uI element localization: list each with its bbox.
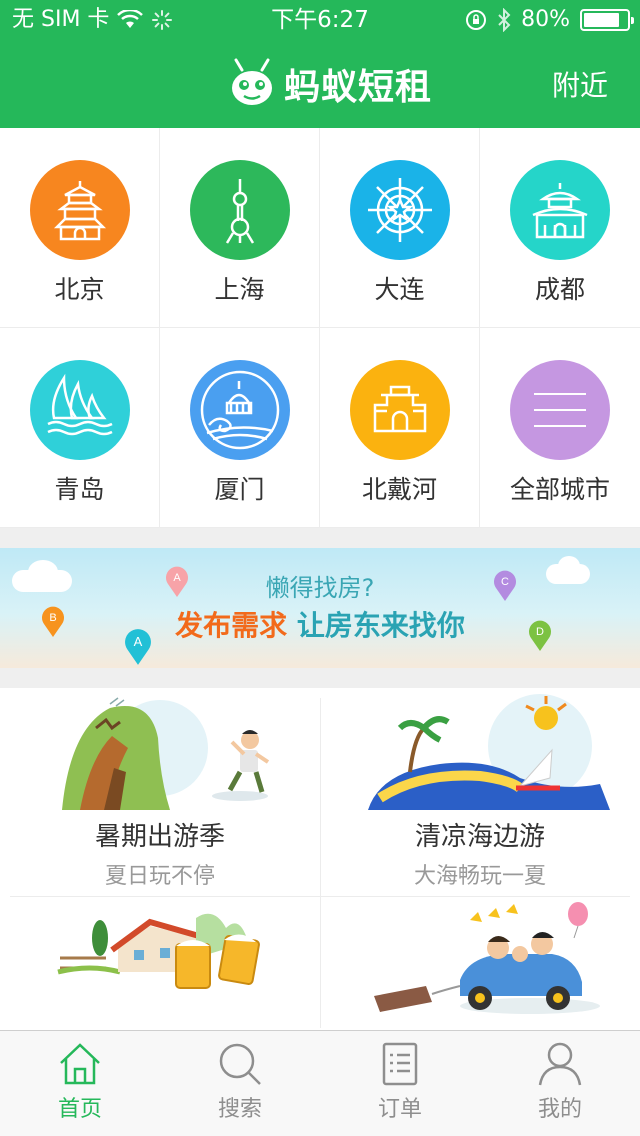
road-trip-illustration — [374, 902, 600, 1014]
nearby-button[interactable]: 附近 — [552, 64, 608, 104]
app-name: 蚂蚁短租 — [284, 67, 433, 108]
promo-subtitle: 夏日玩不停 — [104, 864, 215, 889]
status-bar: 无 SIM 卡 下午6:27 80% — [0, 0, 640, 40]
promo-card-villa[interactable] — [0, 898, 320, 1030]
promo-title: 暑期出游季 — [94, 822, 225, 852]
city-name: 青岛 — [54, 475, 105, 504]
tower-icon — [225, 179, 254, 244]
menu-icon — [534, 393, 586, 427]
app-logo: 蚂蚁短租 — [226, 54, 432, 114]
divider — [10, 896, 630, 897]
nav-bar: 蚂蚁短租 附近 — [0, 40, 640, 128]
banner-headline: 懒得找房? — [265, 574, 375, 602]
city-item-qingdao[interactable]: 青岛 — [0, 328, 160, 528]
island-icon — [200, 370, 279, 450]
tab-search[interactable]: 搜索 — [160, 1031, 320, 1136]
sailboat-icon — [46, 373, 113, 436]
promo-subtitle: 大海畅玩一夏 — [413, 864, 546, 889]
promo-section: 暑期出游季 夏日玩不停 清凉海边游 大海畅玩一夏 — [0, 688, 640, 1030]
promo-card-seaside[interactable]: 清凉海边游 大海畅玩一夏 — [320, 688, 640, 896]
tab-profile[interactable]: 我的 — [480, 1031, 640, 1136]
city-name: 上海 — [214, 275, 265, 304]
profile-icon — [538, 1042, 582, 1086]
banner-tagline: 发布需求 让房东来找你 — [0, 604, 640, 644]
city-item-beidaihe[interactable]: 北戴河 — [320, 328, 480, 528]
bluetooth-icon — [498, 8, 511, 32]
tab-bar: 首页 搜索 订单 我的 — [0, 1030, 640, 1136]
city-grid: 北京 上海 大连 成都 青岛 厦门 北戴河 全部城市 — [0, 128, 640, 528]
tab-orders[interactable]: 订单 — [320, 1031, 480, 1136]
home-screen: 无 SIM 卡 下午6:27 80% 蚂蚁短租 附近 北京 上海 大连 成都 青… — [0, 0, 640, 1136]
battery-icon — [580, 9, 634, 31]
promo-title: 清凉海边游 — [414, 822, 545, 852]
city-item-all[interactable]: 全部城市 — [480, 328, 640, 528]
city-item-shanghai[interactable]: 上海 — [160, 128, 320, 328]
banner-tagline-highlight: 发布需求 — [175, 609, 288, 642]
header: 无 SIM 卡 下午6:27 80% 蚂蚁短租 附近 — [0, 0, 640, 128]
promo-card-summer-trip[interactable]: 暑期出游季 夏日玩不停 — [0, 688, 320, 896]
temple-icon — [53, 181, 106, 241]
city-name: 大连 — [374, 275, 425, 304]
tab-label: 首页 — [57, 1097, 102, 1122]
city-item-dalian[interactable]: 大连 — [320, 128, 480, 328]
tab-label: 订单 — [377, 1097, 422, 1122]
city-item-chengdu[interactable]: 成都 — [480, 128, 640, 328]
order-list-icon — [382, 1042, 418, 1086]
search-icon — [219, 1043, 261, 1085]
tab-label: 搜索 — [217, 1097, 262, 1122]
tab-home[interactable]: 首页 — [0, 1031, 160, 1136]
villa-beer-illustration — [57, 913, 260, 989]
city-name: 北戴河 — [361, 475, 437, 504]
rotation-lock-icon — [466, 10, 487, 30]
gate-icon — [373, 385, 426, 433]
city-name: 全部城市 — [509, 475, 610, 504]
city-item-xiamen[interactable]: 厦门 — [160, 328, 320, 528]
great-wall-illustration — [62, 697, 270, 810]
city-item-beijing[interactable]: 北京 — [0, 128, 160, 328]
pavilion-icon — [532, 183, 588, 239]
city-name: 厦门 — [214, 475, 265, 504]
post-request-banner[interactable]: A B A C D 懒得找房? 发布需求 让房东来找你 — [0, 548, 640, 668]
ship-wheel-icon — [367, 178, 432, 242]
banner-tagline-rest: 让房东来找你 — [296, 609, 465, 642]
city-name: 成都 — [534, 275, 585, 304]
tab-label: 我的 — [537, 1097, 582, 1122]
promo-card-road-trip[interactable] — [320, 898, 640, 1030]
battery-percent: 80% — [521, 7, 570, 32]
home-icon — [60, 1043, 100, 1085]
ant-logo-icon — [232, 58, 272, 105]
city-name: 北京 — [54, 275, 105, 304]
beach-illustration — [368, 694, 610, 810]
